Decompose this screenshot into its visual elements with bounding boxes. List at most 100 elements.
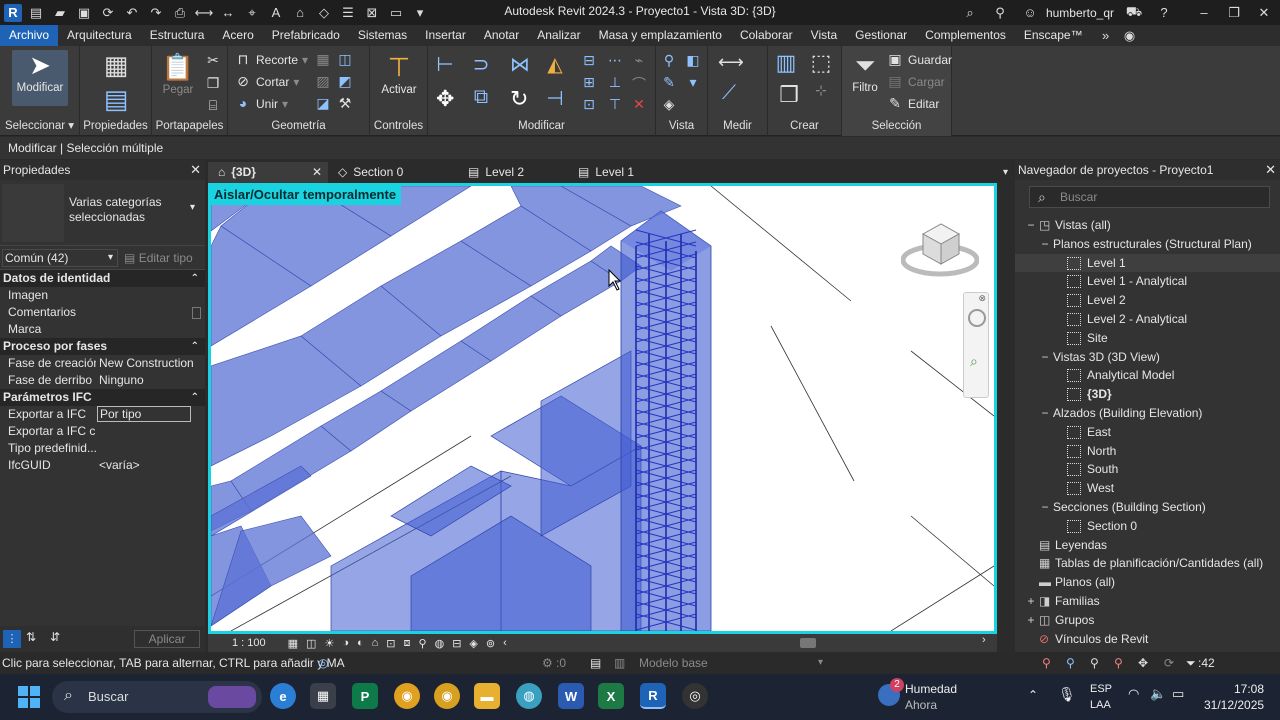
sort-by-category-icon[interactable]: ⋮ [3,630,21,648]
tree-item[interactable]: ⊘ Vínculos de Revit [1015,630,1280,649]
thin-lines-icon[interactable]: ☰ [338,3,358,23]
trim-multiple-icon[interactable]: ⊥ [606,74,624,92]
cargar-button[interactable]: ▤ Cargar [886,73,944,91]
worksharing-icon[interactable]: ⊚ [486,637,495,650]
split-icon[interactable]: ⊟ [580,52,598,70]
tab-gestionar[interactable]: Gestionar [846,25,916,46]
help-icon[interactable]: ? [1154,3,1174,23]
binoculars-icon[interactable]: ⚲ [990,3,1010,23]
clock-date[interactable]: 31/12/2025 [1204,698,1264,712]
tab-insertar[interactable]: Insertar [416,25,475,46]
horizontal-scrollbar-thumb[interactable] [800,638,816,648]
project-browser-search[interactable]: ⌕ Buscar [1029,186,1270,208]
create-parts-icon[interactable]: ⬚ [808,50,834,76]
match-properties-icon[interactable]: ⌸ [204,97,222,115]
print-icon[interactable]: ⎙ [170,3,190,23]
tag-icon[interactable]: ⌖ [242,3,262,23]
measure-icon[interactable]: ⟷ [194,3,214,23]
tab-arquitectura[interactable]: Arquitectura [58,25,141,46]
tree-item[interactable]: Level 2 - Analytical [1015,310,1280,329]
tree-item[interactable]: ▬ Planos (all) [1015,573,1280,592]
tab-level-2[interactable]: ▤ Level 2 [448,162,568,183]
paint-view-icon[interactable]: ▾ [684,74,702,92]
remove-paint-icon[interactable]: ◪ [314,95,332,113]
tree-item[interactable]: North [1015,442,1280,461]
edge-icon[interactable]: e [270,683,296,709]
override-graphics-icon[interactable]: ◧ [684,52,702,70]
tree-item[interactable]: Level 1 [1015,253,1280,273]
copy-element-icon[interactable]: ⧉ [472,86,490,108]
model-canvas[interactable] [211,186,994,631]
unpin-icon[interactable]: ⌁ [630,52,648,70]
panel-label-seleccionar[interactable]: Seleccionar ▾ [0,118,79,132]
tab-section-0[interactable]: ◇ Section 0 [328,162,448,183]
visual-style-icon[interactable]: ◫ [306,637,316,650]
tab-prefabricado[interactable]: Prefabricado [263,25,349,46]
save-icon[interactable]: ▣ [74,3,94,23]
tab-level-1[interactable]: ▤ Level 1 [568,162,688,183]
calculator-icon[interactable]: ▦ [310,683,336,709]
expand-icon[interactable]: + [1025,592,1037,611]
close-hidden-icon[interactable]: ⊠ [362,3,382,23]
paint-icon[interactable]: ◩ [336,73,354,91]
open-folder-icon[interactable]: ▰ [50,3,70,23]
minimize-icon[interactable]: – [1194,3,1214,23]
tree-item[interactable]: West [1015,479,1280,498]
detail-level-icon[interactable]: ▦ [288,637,298,650]
word-icon[interactable]: W [558,683,584,709]
3d-view-icon[interactable]: ⌂ [290,3,310,23]
move-icon[interactable]: ✥ [436,86,454,111]
revit-logo-icon[interactable]: R [4,3,22,22]
search-icon[interactable]: ⌕ [960,3,980,23]
text-icon[interactable]: A [266,3,286,23]
sort-descending-icon[interactable]: ⇵ [50,630,60,644]
collapse-icon[interactable]: − [1039,348,1051,367]
windows-start-icon[interactable] [18,686,40,708]
create-group-icon[interactable]: ❒ [776,82,802,108]
type-selector[interactable]: Varias categorías seleccionadas ▾ [0,180,205,246]
taskbar-search[interactable]: ⌕ Buscar [52,681,262,713]
pin-icon[interactable]: ⊤ [606,96,624,114]
tree-item[interactable]: Level 1 - Analytical [1015,272,1280,291]
create-assembly-icon[interactable]: ▥ [774,50,798,76]
tree-item[interactable]: ▤ Leyendas [1015,536,1280,555]
3d-viewport[interactable]: Aislar/Ocultar temporalmente ⌕ ⊗ [208,183,997,634]
offset-icon[interactable]: ⊃ [472,52,490,76]
user-name[interactable]: humberto_qr [1046,6,1114,20]
tree-item[interactable]: {3D} [1015,385,1280,404]
collapse-icon[interactable]: − [1039,498,1051,517]
tab-anotar[interactable]: Anotar [475,25,528,46]
keyboard-layout[interactable]: LAA [1090,699,1111,711]
trim-icon[interactable]: ⊣ [546,86,564,110]
scroll-left-icon[interactable]: ‹ [503,637,507,649]
tree-item[interactable]: South [1015,460,1280,479]
clock-time[interactable]: 17:08 [1234,682,1264,696]
hammer-icon[interactable]: ⚒ [336,95,354,113]
scroll-right-icon[interactable]: › [982,634,986,646]
render-icon[interactable]: ◐ [357,637,364,649]
battery-icon[interactable]: ▭ [1172,686,1184,702]
tab-vista[interactable]: Vista [802,25,846,46]
delete-icon[interactable]: ✕ [630,96,648,114]
highlight-icon[interactable]: ◈ [469,637,477,650]
tree-item[interactable]: Section 0 [1015,517,1280,536]
section-datos-identidad[interactable]: Datos de identidad ⌃ [0,270,205,287]
unir-button[interactable]: ◕ Unir ▾ [234,95,288,113]
recorte-button[interactable]: ⊓ Recorte ▾ [234,51,309,69]
file-explorer-icon[interactable]: ▬ [474,683,500,709]
sync-icon[interactable]: ⟳ [98,3,118,23]
volume-icon[interactable]: 🔈 [1150,686,1166,702]
split-gap-icon[interactable]: ⋯ [606,52,624,70]
tree-item[interactable]: + ◨ Familias [1015,592,1280,611]
worksets-icon[interactable]: ⚙ [542,652,553,674]
close-icon[interactable]: ✕ [312,162,322,183]
temporary-hide-icon[interactable]: ⚲ [419,637,427,650]
switch-windows-icon[interactable]: ▭ [386,3,406,23]
background-process-icon[interactable]: ⟳ [1164,652,1174,674]
microphone-icon[interactable]: 🎙 [1058,686,1076,703]
weather-icon[interactable]: 2 [878,678,904,706]
select-links-icon[interactable]: ⚲ [1042,652,1051,674]
select-pinned-icon[interactable]: ⚲ [1090,652,1099,674]
tree-item[interactable]: Analytical Model [1015,366,1280,385]
tree-item[interactable]: − Vistas 3D (3D View) [1015,348,1280,367]
